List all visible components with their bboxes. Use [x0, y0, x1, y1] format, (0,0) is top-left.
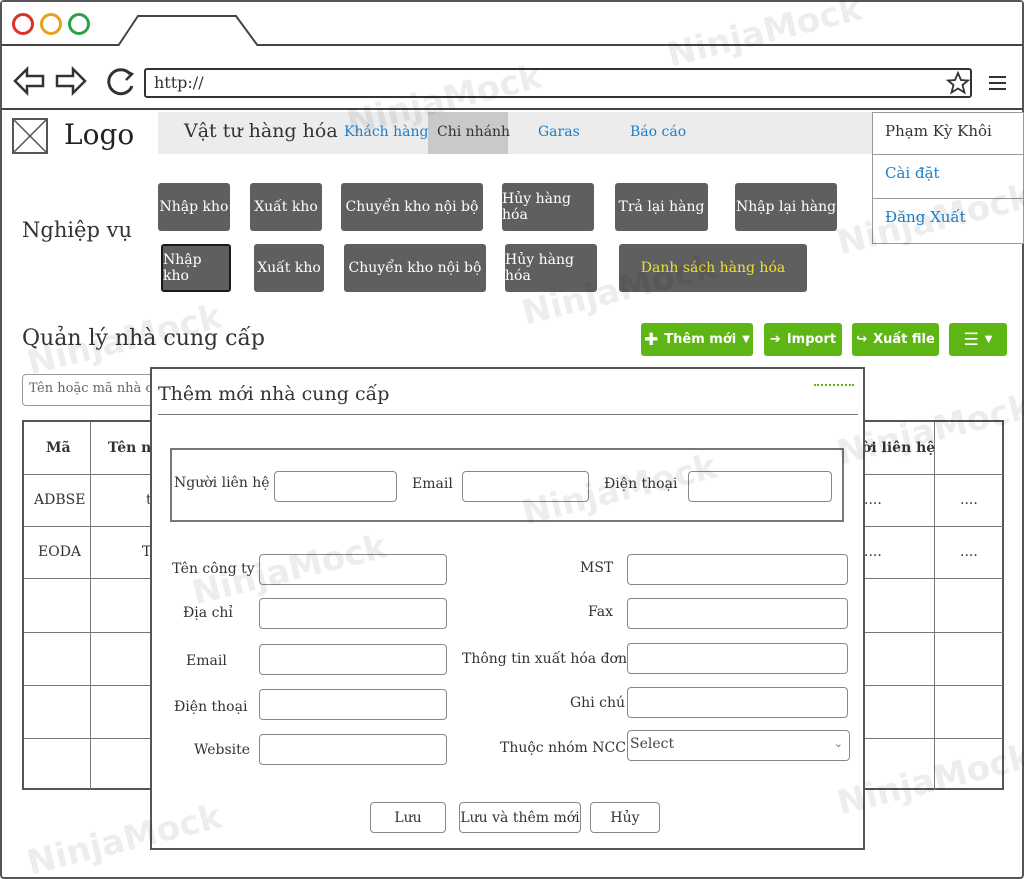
op2-goods-list-button[interactable]: Danh sách hàng hóa [619, 244, 807, 292]
contact-phone-label: Điện thoại [604, 476, 678, 492]
logo-text: Logo [64, 118, 135, 151]
chevron-down-icon: ⌄ [833, 737, 843, 750]
page-title: Quản lý nhà cung cấp [22, 326, 266, 351]
supplier-group-label: Thuộc nhóm NCC [500, 740, 626, 756]
nav-item-materials[interactable]: Vật tư hàng hóa [184, 120, 338, 142]
address-bar[interactable]: http:// [144, 68, 972, 98]
op-export-button[interactable]: Xuất kho [250, 183, 322, 231]
add-supplier-modal: Thêm mới nhà cung cấp Người liên hệ Emai… [150, 367, 865, 850]
table-cell-code: ADBSE [34, 492, 86, 508]
fax-label: Fax [588, 604, 614, 620]
modal-close-button[interactable] [814, 384, 854, 387]
user-dropdown-menu: Phạm Kỳ Khôi Cài đặt Đăng Xuất [872, 112, 1024, 244]
logout-menu-item[interactable]: Đăng Xuất [873, 199, 1024, 244]
logo-image [12, 118, 48, 154]
save-button[interactable]: Lưu [370, 802, 446, 833]
email-input[interactable] [259, 644, 447, 675]
contact-email-input[interactable] [462, 471, 589, 502]
address-label: Địa chỉ [183, 605, 233, 621]
share-icon: ↪ [856, 332, 868, 347]
table-cell-col4: .... [960, 544, 978, 560]
address-input[interactable] [259, 598, 447, 629]
close-window-button[interactable] [12, 13, 34, 35]
email-label: Email [186, 653, 227, 669]
user-name[interactable]: Phạm Kỳ Khôi [873, 113, 1024, 155]
table-header-contact[interactable]: ời liên hệ [862, 440, 935, 456]
nav-item-branches[interactable]: Chi nhánh [437, 124, 510, 140]
table-header-code[interactable]: Mã [46, 440, 71, 456]
sign-in-icon: ➔ [769, 332, 781, 347]
company-name-input[interactable] [259, 554, 447, 585]
contact-email-label: Email [412, 476, 453, 492]
add-new-label: Thêm mới [664, 332, 737, 347]
op-reimport-button[interactable]: Nhập lại hàng [735, 183, 837, 231]
nav-item-customers[interactable]: Khách hàng [344, 124, 428, 140]
add-new-button[interactable]: ✚ Thêm mới ▼ [641, 323, 753, 356]
invoice-info-input[interactable] [627, 643, 848, 674]
phone-label: Điện thoại [174, 699, 248, 715]
fax-input[interactable] [627, 598, 848, 629]
maximize-window-button[interactable] [68, 13, 90, 35]
contact-person-input[interactable] [274, 471, 397, 502]
op2-import-button[interactable]: Nhập kho [161, 244, 231, 292]
browser-tab[interactable] [118, 14, 258, 46]
note-label: Ghi chú [570, 695, 626, 711]
forward-arrow-icon[interactable] [54, 64, 88, 98]
contact-person-label: Người liên hệ [174, 475, 270, 491]
contact-phone-input[interactable] [688, 471, 832, 502]
reload-icon[interactable] [102, 64, 138, 100]
plus-icon: ✚ [644, 329, 659, 350]
invoice-info-label: Thông tin xuất hóa đơn [462, 651, 627, 667]
operations-label: Nghiệp vụ [22, 218, 132, 242]
nav-item-garages[interactable]: Garas [538, 124, 580, 140]
website-input[interactable] [259, 734, 447, 765]
table-cell-col3: .... [864, 492, 882, 508]
import-button[interactable]: ➔ Import [764, 323, 842, 356]
export-file-button[interactable]: ↪ Xuất file [852, 323, 939, 356]
phone-input[interactable] [259, 689, 447, 720]
import-label: Import [786, 332, 837, 347]
modal-title: Thêm mới nhà cung cấp [158, 383, 390, 405]
bookmark-star-icon[interactable] [946, 71, 970, 95]
list-icon: ☰ [963, 329, 979, 350]
op2-cancel-goods-button[interactable]: Hủy hàng hóa [505, 244, 597, 292]
column-menu-button[interactable]: ☰ ▼ [949, 323, 1007, 356]
op-return-button[interactable]: Trả lại hàng [615, 183, 708, 231]
tax-code-label: MST [580, 560, 614, 576]
caret-down-icon: ▼ [984, 334, 993, 345]
note-input[interactable] [627, 687, 848, 718]
minimize-window-button[interactable] [40, 13, 62, 35]
op-cancel-goods-button[interactable]: Hủy hàng hóa [502, 183, 594, 231]
settings-menu-item[interactable]: Cài đặt [873, 155, 1024, 199]
op2-transfer-button[interactable]: Chuyển kho nội bộ [344, 244, 486, 292]
website-label: Website [194, 742, 251, 758]
contact-group: Người liên hệ Email Điện thoại [170, 448, 844, 522]
save-and-new-button[interactable]: Lưu và thêm mới [459, 802, 581, 833]
op-import-button[interactable]: Nhập kho [158, 183, 230, 231]
op2-export-button[interactable]: Xuất kho [254, 244, 324, 292]
nav-item-reports[interactable]: Báo cáo [630, 124, 686, 140]
table-cell-col4: .... [960, 492, 978, 508]
export-label: Xuất file [873, 332, 935, 347]
supplier-group-select[interactable]: Select ⌄ [627, 730, 850, 761]
back-arrow-icon[interactable] [12, 64, 46, 98]
company-name-label: Tên công ty [172, 561, 255, 577]
select-value: Select [630, 736, 675, 752]
table-cell-code: EODA [38, 544, 82, 560]
cancel-button[interactable]: Hủy [590, 802, 660, 833]
browser-menu-icon[interactable] [988, 74, 1008, 92]
caret-down-icon: ▼ [742, 334, 750, 345]
table-cell-col3: .... [864, 544, 882, 560]
op-transfer-button[interactable]: Chuyển kho nội bộ [341, 183, 483, 231]
tax-code-input[interactable] [627, 554, 848, 585]
modal-divider [158, 414, 858, 415]
